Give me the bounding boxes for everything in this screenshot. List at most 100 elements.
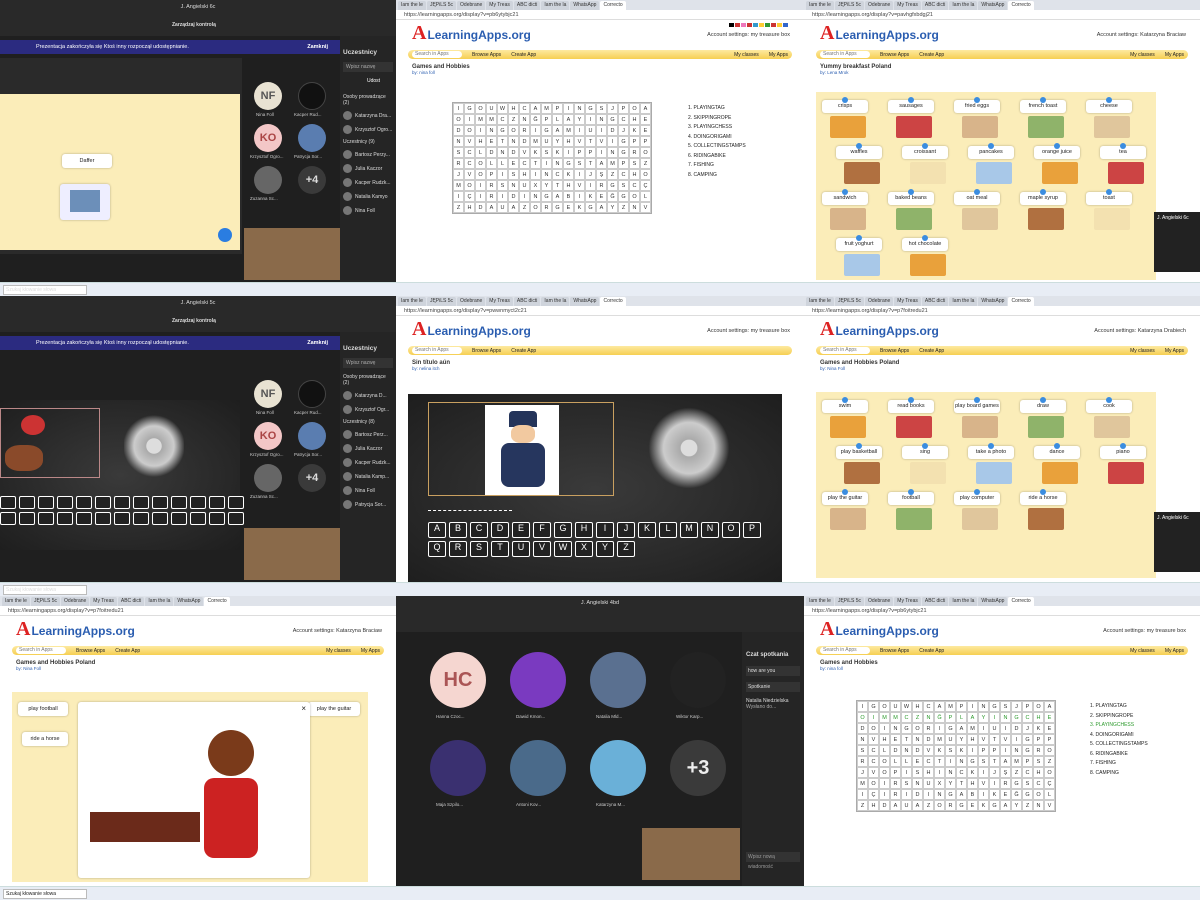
my-apps-link[interactable]: My Apps: [769, 52, 788, 58]
close-banner-button[interactable]: Zamknij: [307, 40, 328, 54]
grid-letter[interactable]: G: [1022, 789, 1033, 800]
browser-tab[interactable]: ABC dicti: [513, 1, 541, 10]
grid-letter[interactable]: A: [956, 723, 967, 734]
grid-letter[interactable]: E: [486, 136, 497, 147]
list-item[interactable]: Katarzyna Dra...: [343, 111, 393, 120]
letter-key[interactable]: [0, 512, 16, 525]
grid-letter[interactable]: S: [1022, 778, 1033, 789]
grid-letter[interactable]: S: [618, 180, 629, 191]
grid-letter[interactable]: I: [945, 756, 956, 767]
grid-letter[interactable]: O: [868, 723, 879, 734]
grid-letter[interactable]: N: [629, 202, 640, 213]
grid-letter[interactable]: Ğ: [1011, 789, 1022, 800]
grid-letter[interactable]: X: [530, 180, 541, 191]
grid-letter[interactable]: Ç: [868, 789, 879, 800]
grid-letter[interactable]: L: [890, 756, 901, 767]
letter-key[interactable]: Y: [596, 541, 614, 557]
grid-letter[interactable]: C: [1022, 767, 1033, 778]
grid-letter[interactable]: H: [563, 136, 574, 147]
browser-tab[interactable]: Iam the le: [398, 1, 426, 10]
letter-key[interactable]: [38, 512, 54, 525]
grid-letter[interactable]: U: [989, 723, 1000, 734]
grid-letter[interactable]: I: [563, 103, 574, 114]
grid-letter[interactable]: V: [978, 734, 989, 745]
browser-tab[interactable]: My Treas: [486, 1, 513, 10]
taskbar-search[interactable]: Szukaj kłowanie słowa: [3, 284, 87, 295]
grid-letter[interactable]: S: [497, 180, 508, 191]
grid-letter[interactable]: I: [585, 114, 596, 125]
grid-letter[interactable]: N: [552, 158, 563, 169]
letter-key[interactable]: [171, 512, 187, 525]
grid-letter[interactable]: H: [563, 180, 574, 191]
grid-letter[interactable]: P: [486, 169, 497, 180]
list-item[interactable]: Natalia Kamyo: [343, 192, 393, 201]
grid-letter[interactable]: T: [552, 180, 563, 191]
grid-letter[interactable]: J: [1011, 701, 1022, 712]
image-card[interactable]: [910, 162, 946, 184]
grid-letter[interactable]: Z: [923, 800, 934, 811]
grid-letter[interactable]: O: [1044, 745, 1055, 756]
letter-key[interactable]: U: [512, 541, 530, 557]
list-item[interactable]: Patrycja Sor...: [343, 500, 393, 509]
grid-letter[interactable]: R: [857, 756, 868, 767]
grid-letter[interactable]: A: [596, 202, 607, 213]
app-author[interactable]: by: Lena Mrok: [820, 70, 1200, 75]
grid-letter[interactable]: S: [1033, 756, 1044, 767]
browser-tab[interactable]: Correcto: [1008, 597, 1034, 606]
matching-board[interactable]: play football ride a horse play the guit…: [12, 692, 368, 882]
grid-letter[interactable]: T: [585, 158, 596, 169]
invite-input[interactable]: Wpisz nazwę: [343, 62, 393, 72]
letter-key[interactable]: [190, 496, 206, 509]
grid-letter[interactable]: I: [868, 712, 879, 723]
grid-letter[interactable]: I: [857, 789, 868, 800]
grid-letter[interactable]: G: [868, 701, 879, 712]
address-bar[interactable]: https://learningapps.org/display?v=p7foi…: [0, 606, 396, 616]
matching-board[interactable]: crisps sausages fried eggs french toast chee…: [816, 92, 1156, 280]
list-item[interactable]: Julia Kaczor: [343, 444, 393, 453]
grid-letter[interactable]: L: [552, 114, 563, 125]
list-item[interactable]: Katarzyna D...: [343, 391, 393, 400]
grid-letter[interactable]: I: [497, 169, 508, 180]
grid-letter[interactable]: Y: [978, 712, 989, 723]
grid-letter[interactable]: D: [519, 136, 530, 147]
grid-letter[interactable]: S: [978, 756, 989, 767]
browser-tab[interactable]: Iam the la: [541, 1, 570, 10]
list-item[interactable]: Kacper Rudzk...: [343, 178, 393, 187]
grid-letter[interactable]: E: [640, 114, 651, 125]
learningapps-logo[interactable]: A LearningApps.org: [820, 319, 939, 339]
grid-letter[interactable]: N: [541, 169, 552, 180]
letter-key[interactable]: [152, 496, 168, 509]
app-author[interactable]: by: Nina Foll: [820, 366, 1200, 371]
grid-letter[interactable]: U: [486, 103, 497, 114]
grid-letter[interactable]: V: [464, 136, 475, 147]
list-item[interactable]: Krzysztof Ogr...: [343, 405, 393, 414]
grid-letter[interactable]: S: [901, 778, 912, 789]
grid-letter[interactable]: M: [453, 180, 464, 191]
grid-letter[interactable]: O: [912, 723, 923, 734]
grid-letter[interactable]: Ç: [464, 191, 475, 202]
list-item[interactable]: Nina Foll: [343, 206, 393, 215]
browser-tab[interactable]: JĘPiLS 5c: [834, 597, 865, 606]
image-card[interactable]: [910, 462, 946, 484]
account-settings-link[interactable]: Account settings: my treasure box: [707, 32, 790, 38]
grid-letter[interactable]: O: [879, 701, 890, 712]
grid-letter[interactable]: Ş: [1000, 767, 1011, 778]
grid-letter[interactable]: N: [519, 114, 530, 125]
grid-letter[interactable]: G: [901, 723, 912, 734]
browser-tab[interactable]: Correcto: [204, 597, 230, 606]
grid-letter[interactable]: O: [879, 756, 890, 767]
image-card[interactable]: [1094, 116, 1130, 138]
grid-letter[interactable]: N: [912, 734, 923, 745]
browse-apps-link[interactable]: Browse Apps: [472, 52, 501, 58]
grid-letter[interactable]: N: [857, 734, 868, 745]
grid-letter[interactable]: C: [1022, 712, 1033, 723]
browser-tab[interactable]: ABC dicti: [117, 597, 145, 606]
search-input[interactable]: Search in Apps: [820, 51, 870, 58]
grid-letter[interactable]: U: [541, 136, 552, 147]
grid-letter[interactable]: K: [934, 745, 945, 756]
grid-letter[interactable]: E: [508, 158, 519, 169]
grid-letter[interactable]: R: [453, 158, 464, 169]
grid-letter[interactable]: E: [563, 202, 574, 213]
grid-letter[interactable]: O: [530, 202, 541, 213]
grid-letter[interactable]: T: [530, 158, 541, 169]
